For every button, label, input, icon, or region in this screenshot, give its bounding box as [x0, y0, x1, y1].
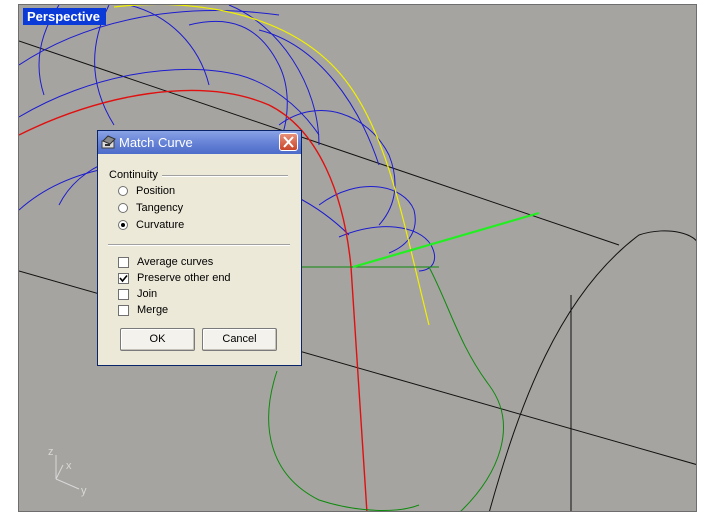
continuity-group-label: Continuity: [109, 169, 158, 181]
close-icon: [283, 136, 294, 148]
bright-green-curvature-line: [352, 211, 540, 269]
radio-curvature[interactable]: Curvature: [118, 218, 184, 232]
radio-curvature-label: Curvature: [136, 219, 185, 231]
ok-button[interactable]: OK: [120, 328, 195, 351]
checkbox-join[interactable]: Join: [118, 287, 157, 301]
radio-position-label: Position: [136, 185, 176, 197]
checkbox-box[interactable]: [118, 256, 129, 268]
blue-isocurve: [338, 226, 435, 272]
radio-circle-selected[interactable]: [118, 220, 128, 230]
axis-x-label: x: [66, 460, 72, 472]
match-curve-dialog: Match Curve Continuity Position Tangency…: [97, 130, 302, 366]
axis-x-line: [55, 464, 64, 480]
blue-isocurve: [318, 186, 416, 254]
radio-position[interactable]: Position: [118, 184, 175, 198]
radio-circle[interactable]: [118, 186, 128, 196]
checkbox-join-label: Join: [137, 288, 158, 300]
checkbox-average-curves[interactable]: Average curves: [118, 255, 213, 269]
radio-tangency-label: Tangency: [136, 202, 184, 214]
dialog-titlebar[interactable]: Match Curve: [98, 131, 301, 154]
axis-y-label: y: [81, 485, 87, 497]
checkbox-preserve-other-end-label: Preserve other end: [137, 272, 231, 284]
blue-isocurve: [188, 20, 288, 146]
green-curve: [428, 266, 504, 511]
green-outline: [268, 266, 504, 511]
dialog-separator: [108, 244, 290, 246]
checkbox-preserve-other-end[interactable]: Preserve other end: [118, 271, 231, 285]
checkbox-merge-label: Merge: [137, 304, 169, 316]
blue-isocurve: [19, 68, 320, 136]
radio-tangency[interactable]: Tangency: [118, 201, 183, 215]
axis-z-label: z: [48, 446, 54, 458]
checkbox-box[interactable]: [118, 304, 129, 316]
checkmark-icon: [119, 274, 128, 282]
checkbox-merge[interactable]: Merge: [118, 303, 168, 317]
black-tube-outline: [489, 230, 696, 511]
continuity-group-rule: [162, 175, 288, 177]
checkbox-box[interactable]: [118, 288, 129, 300]
green-curve: [268, 370, 420, 511]
cancel-button[interactable]: Cancel: [202, 328, 277, 351]
checkbox-average-curves-label: Average curves: [137, 256, 214, 268]
close-button[interactable]: [279, 133, 298, 151]
radio-circle[interactable]: [118, 203, 128, 213]
match-curve-icon: [101, 135, 116, 149]
dialog-title: Match Curve: [119, 135, 193, 150]
viewport-title-tab[interactable]: Perspective: [23, 8, 106, 25]
axis-y-line: [55, 478, 80, 490]
checkbox-box-checked[interactable]: [118, 272, 129, 284]
